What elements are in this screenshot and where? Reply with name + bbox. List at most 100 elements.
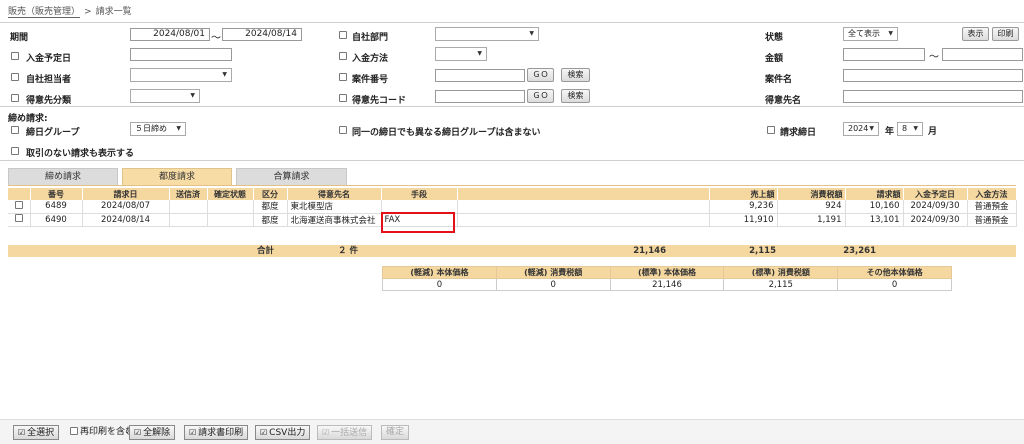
chevron-down-icon: ▼	[529, 30, 534, 37]
tab-closing-billing[interactable]: 締め請求	[8, 168, 118, 185]
confirmed-status	[207, 213, 254, 227]
bulk-send-label: 一括送信	[331, 428, 368, 438]
customer-code-search-button[interactable]: 検索	[561, 89, 590, 103]
amount-to-input[interactable]	[942, 48, 1023, 61]
table-row[interactable]: 6490 2024/08/14 都度 北海運送商事株式会社 FAX 11,910…	[8, 213, 1017, 227]
planned-payment-checkbox[interactable]	[11, 52, 19, 60]
closing-section-title: 締め請求:	[8, 114, 48, 124]
period-from-input[interactable]: 2024/08/01	[130, 28, 210, 41]
customer-name-input[interactable]	[843, 90, 1023, 103]
show-button[interactable]: 表示	[962, 27, 989, 41]
column-header[interactable]: 消費税額	[777, 188, 846, 200]
case-no-input[interactable]	[435, 69, 525, 82]
closing-group-checkbox[interactable]	[11, 126, 19, 134]
customer-code-go-button[interactable]: ＧＯ	[527, 89, 554, 103]
column-header[interactable]: 手段	[381, 188, 458, 200]
blank-cell	[457, 213, 710, 227]
customer-class-checkbox[interactable]	[11, 94, 19, 102]
own-staff-label: 自社担当者	[26, 75, 72, 85]
column-header[interactable]: 区分	[253, 188, 288, 200]
sales-amount: 11,910	[709, 213, 778, 227]
check-icon: ☑	[189, 428, 197, 437]
customer-name-label: 得意先名	[765, 96, 802, 106]
chevron-down-icon: ▼	[888, 30, 893, 37]
totals-billing: 23,261	[843, 246, 876, 256]
summary-header: その他本体価格	[837, 266, 952, 279]
billing-day-checkbox[interactable]	[767, 126, 775, 134]
column-header[interactable]: 確定状態	[207, 188, 254, 200]
tab-underline	[8, 185, 1016, 186]
totals-label: 合計	[257, 246, 275, 256]
case-no-go-button[interactable]: ＧＯ	[527, 68, 554, 82]
customer-name: 北海運送商事株式会社	[287, 213, 382, 227]
own-staff-select[interactable]: ▼	[130, 68, 232, 82]
customer-code-checkbox[interactable]	[339, 94, 347, 102]
own-dept-select[interactable]: ▼	[435, 27, 539, 41]
column-header[interactable]: 売上額	[709, 188, 778, 200]
csv-output-button[interactable]: ☑ CSV出力	[255, 425, 311, 440]
invoice-number-link[interactable]: 6489	[30, 200, 83, 214]
column-header[interactable]: 請求額	[845, 188, 904, 200]
customer-class-select[interactable]: ▼	[130, 89, 200, 103]
blank-cell	[457, 200, 710, 214]
same-day-checkbox[interactable]	[339, 126, 347, 134]
column-header[interactable]: 番号	[30, 188, 83, 200]
confirm-button[interactable]: 確定	[381, 425, 410, 440]
row-checkbox[interactable]	[14, 214, 23, 222]
chevron-down-icon: ▼	[869, 125, 874, 132]
column-header[interactable]: 入金方法	[967, 188, 1017, 200]
payment-method-select[interactable]: ▼	[435, 47, 487, 61]
own-staff-checkbox[interactable]	[11, 73, 19, 81]
amount-tilde: ～	[929, 52, 939, 63]
status-label: 状態	[765, 33, 784, 43]
select-all-button[interactable]: ☑ 全選択	[13, 425, 60, 440]
case-no-checkbox[interactable]	[339, 73, 347, 81]
payment-method-checkbox[interactable]	[339, 52, 347, 60]
summary-value: 2,115	[723, 278, 839, 291]
billing-year-select[interactable]: 2024 ▼	[843, 122, 879, 136]
chevron-down-icon: ▼	[176, 125, 181, 132]
invoice-number-link[interactable]: 6490	[30, 213, 83, 227]
own-dept-checkbox[interactable]	[339, 31, 347, 39]
tax-summary-table: (軽減) 本体価格 (軽減) 消費税額 (標準) 本体価格 (標準) 消費税額 …	[382, 266, 952, 291]
billing-month-select[interactable]: 8 ▼	[897, 122, 923, 136]
invoice-table: 番号 請求日 送信済 確定状態 区分 得意先名 手段 売上額 消費税額 請求額 …	[8, 188, 1017, 227]
case-name-input[interactable]	[843, 69, 1023, 82]
column-header[interactable]: 送信済	[169, 188, 208, 200]
period-to-input[interactable]: 2024/08/14	[222, 28, 302, 41]
tab-each-billing[interactable]: 都度請求	[122, 168, 232, 185]
no-trade-checkbox[interactable]	[11, 147, 19, 155]
select-all-label: 全選択	[27, 428, 55, 438]
confirmed-status	[207, 200, 254, 214]
column-header[interactable]: 入金予定日	[903, 188, 968, 200]
csv-output-label: CSV出力	[269, 428, 306, 438]
column-header[interactable]: 得意先名	[287, 188, 382, 200]
summary-value: 21,146	[609, 278, 725, 291]
include-reprint-option[interactable]: 再印刷を含む	[70, 425, 134, 440]
year-unit-label: 年	[885, 127, 895, 137]
column-header[interactable]: 請求日	[82, 188, 170, 200]
tab-combined-billing[interactable]: 合算請求	[236, 168, 347, 185]
case-no-search-button[interactable]: 検索	[561, 68, 590, 82]
print-invoice-button[interactable]: ☑ 請求書印刷	[184, 425, 249, 440]
include-reprint-checkbox[interactable]	[70, 427, 78, 435]
summary-header-row: (軽減) 本体価格 (軽減) 消費税額 (標準) 本体価格 (標準) 消費税額 …	[382, 266, 952, 279]
row-checkbox[interactable]	[14, 200, 23, 209]
check-icon: ☑	[18, 428, 26, 437]
check-icon: ☑	[260, 428, 268, 437]
bulk-send-button[interactable]: ☑ 一括送信	[317, 425, 373, 440]
breadcrumb-parent-link[interactable]: 販売（販売管理）	[8, 7, 81, 18]
planned-payment-input[interactable]	[130, 48, 232, 61]
filter-divider	[0, 106, 1024, 107]
closing-group-select[interactable]: ５日締め ▼	[130, 122, 186, 136]
status-select[interactable]: 全て表示 ▼	[843, 27, 898, 41]
print-button[interactable]: 印刷	[992, 27, 1019, 41]
table-row[interactable]: 6489 2024/08/07 都度 東北模型店 9,236 924 10,16…	[8, 200, 1017, 214]
fax-highlight-box	[381, 212, 455, 233]
totals-sales: 21,146	[633, 246, 666, 256]
amount-from-input[interactable]	[843, 48, 925, 61]
totals-row: 合計 ２ 件 21,146 2,115 23,261	[8, 245, 1016, 257]
deselect-all-button[interactable]: ☑ 全解除	[129, 425, 176, 440]
totals-tax: 2,115	[749, 246, 776, 256]
customer-code-input[interactable]	[435, 90, 525, 103]
